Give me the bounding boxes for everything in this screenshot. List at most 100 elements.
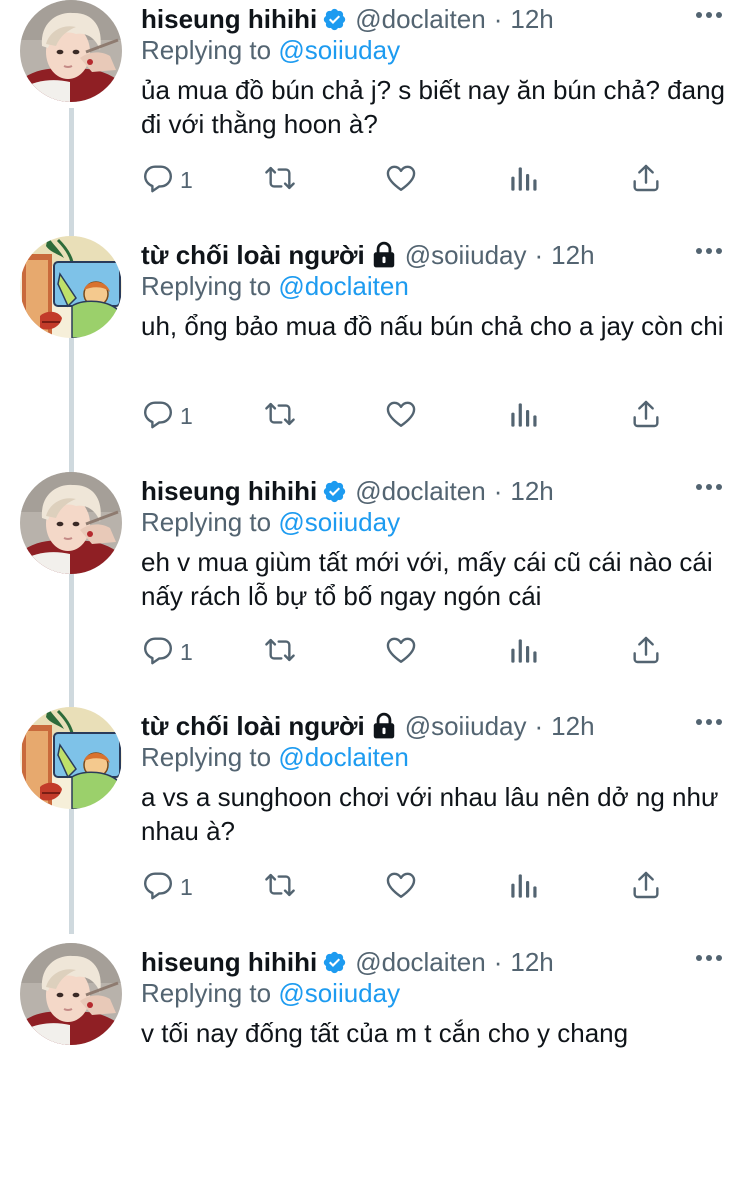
replying-to-link[interactable]: @doclaiten [278,271,408,301]
share-icon [630,634,662,671]
action-bar: 1 [0,396,750,436]
tweet[interactable]: hiseung hihihi @doclaiten · 12h Replying… [0,943,750,1179]
retweet-icon [262,869,298,906]
handle[interactable]: @doclaiten [355,476,485,507]
reply-button[interactable]: 1 [142,632,193,672]
handle[interactable]: @doclaiten [355,947,485,978]
verified-badge-icon [322,479,347,504]
tweet[interactable]: hiseung hihihi @doclaiten · 12h Replying… [0,472,750,708]
replying-to-label: Replying to [141,35,272,65]
replying-to: Replying to @soiiuday [141,978,400,1009]
analytics-icon [508,398,540,435]
display-name[interactable]: từ chối loài người [141,711,365,742]
reply-icon [142,869,174,906]
replying-to-link[interactable]: @soiiuday [278,978,400,1008]
reply-button[interactable]: 1 [142,160,193,200]
avatar[interactable] [20,707,122,809]
share-button[interactable] [630,160,662,200]
share-button[interactable] [630,396,662,436]
like-button[interactable] [385,632,417,672]
share-icon [630,162,662,199]
share-button[interactable] [630,867,662,907]
display-name[interactable]: hiseung hihihi [141,4,317,35]
reply-count: 1 [180,402,193,429]
tweet-header: từ chối loài người @soiiuday · 12h [141,236,595,274]
replying-to-label: Replying to [141,742,272,772]
tweet[interactable]: từ chối loài người @soiiuday · 12h Reply… [0,236,750,472]
analytics-button[interactable] [508,396,540,436]
replying-to: Replying to @doclaiten [141,271,409,302]
replying-to-link[interactable]: @soiiuday [278,35,400,65]
reply-count: 1 [180,873,193,900]
tweet[interactable]: hiseung hihihi @doclaiten · 12h Replying… [0,0,750,236]
tweet-header: hiseung hihihi @doclaiten · 12h [141,472,554,510]
separator-dot: · [534,710,544,741]
timestamp[interactable]: 12h [510,947,553,978]
reply-button[interactable]: 1 [142,867,193,907]
like-button[interactable] [385,396,417,436]
more-icon[interactable] [694,943,724,973]
heart-icon [385,869,417,906]
replying-to: Replying to @soiiuday [141,507,400,538]
verified-badge-icon [322,7,347,32]
tweet[interactable]: từ chối loài người @soiiuday · 12h Reply… [0,707,750,943]
replying-to: Replying to @soiiuday [141,35,400,66]
tweet-header: hiseung hihihi @doclaiten · 12h [141,943,554,981]
display-name[interactable]: hiseung hihihi [141,476,317,507]
profile-illustration [20,707,122,809]
retweet-icon [262,398,298,435]
replying-to-label: Replying to [141,271,272,301]
reply-button[interactable]: 1 [142,396,193,436]
retweet-button[interactable] [262,867,298,907]
tweet-text: ủa mua đồ bún chả j? s biết nay ăn bún c… [141,75,725,139]
separator-dot: · [493,475,503,506]
timestamp[interactable]: 12h [551,240,594,271]
replying-to-link[interactable]: @soiiuday [278,507,400,537]
tweet-text: eh v mua giùm tất mới với, mấy cái cũ cá… [141,547,713,611]
handle[interactable]: @soiiuday [405,711,527,742]
separator-dot: · [534,239,544,270]
avatar[interactable] [20,943,122,1045]
share-button[interactable] [630,632,662,672]
more-icon[interactable] [694,472,724,502]
timestamp[interactable]: 12h [510,476,553,507]
reply-icon [142,634,174,671]
like-button[interactable] [385,160,417,200]
heart-icon [385,634,417,671]
like-button[interactable] [385,867,417,907]
display-name[interactable]: hiseung hihihi [141,947,317,978]
timestamp[interactable]: 12h [551,711,594,742]
replying-to-link[interactable]: @doclaiten [278,742,408,772]
more-icon[interactable] [694,0,724,30]
avatar[interactable] [20,472,122,574]
profile-photo [20,472,122,574]
retweet-button[interactable] [262,632,298,672]
analytics-button[interactable] [508,632,540,672]
separator-dot: · [493,946,503,977]
handle[interactable]: @doclaiten [355,4,485,35]
timestamp[interactable]: 12h [510,4,553,35]
analytics-icon [508,634,540,671]
tweet-text: uh, ổng bảo mua đồ nấu bún chả cho a jay… [141,311,724,341]
tweet-header: hiseung hihihi @doclaiten · 12h [141,0,554,38]
more-icon[interactable] [694,236,724,266]
share-icon [630,398,662,435]
replying-to-label: Replying to [141,978,272,1008]
lock-icon [371,241,397,269]
analytics-button[interactable] [508,160,540,200]
profile-photo [20,943,122,1045]
profile-illustration [20,236,122,338]
display-name[interactable]: từ chối loài người [141,240,365,271]
retweet-button[interactable] [262,160,298,200]
retweet-button[interactable] [262,396,298,436]
action-bar: 1 [0,632,750,672]
avatar[interactable] [20,236,122,338]
reply-count: 1 [180,638,193,665]
analytics-button[interactable] [508,867,540,907]
handle[interactable]: @soiiuday [405,240,527,271]
reply-icon [142,162,174,199]
avatar[interactable] [20,0,122,102]
profile-photo [20,0,122,102]
more-icon[interactable] [694,707,724,737]
analytics-icon [508,162,540,199]
